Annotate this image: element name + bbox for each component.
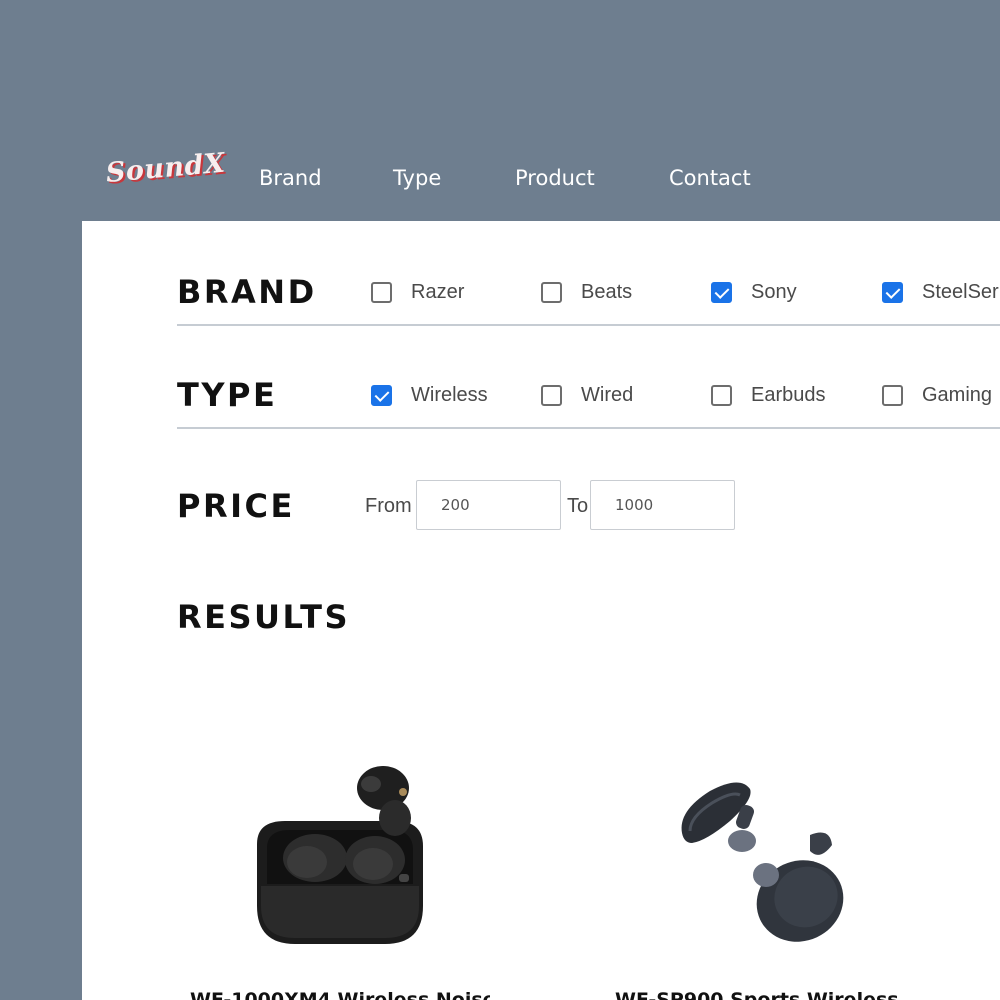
results-title: RESULTS [177, 598, 350, 636]
top-nav: SoundX Brand Type Product Contact [0, 140, 1000, 220]
brand-option-sony[interactable]: Sony [711, 281, 797, 304]
price-to-label: To [567, 495, 589, 517]
option-label: Razer [411, 281, 465, 303]
price-from-input[interactable] [416, 480, 561, 530]
type-filter-title: TYPE [177, 376, 278, 414]
checkbox[interactable] [541, 385, 562, 406]
divider [177, 324, 1000, 326]
logo[interactable]: SoundX [105, 148, 227, 189]
option-label: Wireless [411, 384, 488, 406]
brand-option-beats[interactable]: Beats [541, 281, 632, 304]
product-title[interactable]: WF-SP900 Sports Wireless [615, 989, 915, 1000]
product-title[interactable]: WF-1000XM4 Wireless Noise [190, 989, 490, 1000]
option-label: Earbuds [751, 384, 826, 406]
nav-link-product[interactable]: Product [515, 166, 595, 190]
option-label: Gaming [922, 384, 993, 406]
checkbox[interactable] [711, 385, 732, 406]
option-label: Beats [581, 281, 633, 303]
type-option-earbuds[interactable]: Earbuds [711, 384, 826, 407]
product-card[interactable]: WF-1000XM4 Wireless Noise [190, 761, 490, 1000]
option-label: SteelSeries [922, 281, 1000, 303]
nav-link-type[interactable]: Type [393, 166, 441, 190]
price-from-label: From [365, 495, 412, 517]
nav-link-brand[interactable]: Brand [259, 166, 322, 190]
type-option-wired[interactable]: Wired [541, 384, 633, 407]
sports-earbuds-image [681, 782, 844, 942]
brand-option-razer[interactable]: Razer [371, 281, 464, 304]
type-option-wireless[interactable]: Wireless [371, 384, 488, 407]
option-label: Sony [751, 281, 797, 303]
option-label: Wired [581, 384, 634, 406]
nav-link-contact[interactable]: Contact [669, 166, 751, 190]
price-filter-title: PRICE [177, 487, 295, 525]
brand-option-steelseries[interactable]: SteelSeries [882, 281, 1000, 304]
price-to-input[interactable] [590, 480, 735, 530]
divider [177, 427, 1000, 429]
type-option-gaming[interactable]: Gaming [882, 384, 992, 407]
checkbox[interactable] [371, 385, 392, 406]
checkbox[interactable] [711, 282, 732, 303]
checkbox[interactable] [371, 282, 392, 303]
checkbox[interactable] [541, 282, 562, 303]
checkbox[interactable] [882, 385, 903, 406]
product-card[interactable]: WF-SP900 Sports Wireless [615, 761, 915, 1000]
brand-filter-title: BRAND [177, 273, 317, 311]
earbuds-case-image [257, 766, 423, 944]
checkbox[interactable] [882, 282, 903, 303]
filter-panel: BRAND Razer Beats Sony SteelSeries TYPE … [82, 221, 1000, 1000]
